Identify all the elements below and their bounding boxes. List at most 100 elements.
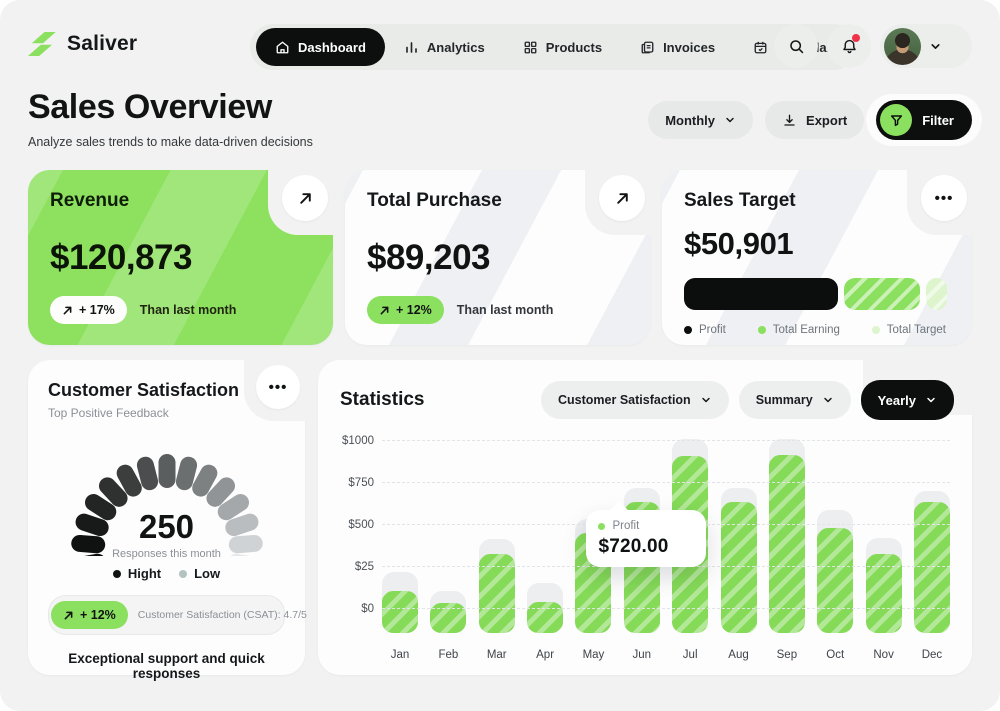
search-icon [788, 38, 805, 55]
revenue-delta: + 17% [79, 303, 115, 317]
purchase-delta: + 12% [396, 303, 432, 317]
purchase-value: $89,203 [367, 238, 628, 278]
y-tick-label: $0 [361, 603, 374, 615]
period-dropdown[interactable]: Monthly [648, 101, 753, 139]
bar-dec[interactable]: Dec [914, 430, 950, 633]
chevron-down-icon [700, 394, 712, 406]
target-value: $50,901 [684, 226, 950, 262]
calendar-icon [753, 40, 768, 55]
export-button[interactable]: Export [765, 101, 864, 139]
y-tick-label: $750 [348, 477, 374, 489]
gridline [382, 608, 950, 609]
search-button[interactable] [774, 24, 818, 68]
chevron-down-icon [822, 394, 834, 406]
bar-value [527, 602, 563, 633]
grid-icon [523, 40, 538, 55]
legend-label: Total Target [887, 324, 946, 336]
purchase-delta-badge: + 12% [367, 296, 444, 324]
target-progress-bar [684, 278, 950, 310]
tooltip-label: Profit [612, 520, 639, 532]
customer-satisfaction-card: Customer Satisfaction Top Positive Feedb… [28, 360, 305, 675]
summary-dropdown[interactable]: Summary [739, 381, 851, 419]
x-tick-label: Feb [438, 649, 458, 661]
statistics-header: Statistics Customer Satisfaction Summary… [340, 380, 954, 420]
nav-label: Invoices [663, 40, 715, 55]
metric-dropdown[interactable]: Customer Satisfaction [541, 381, 729, 419]
csat-delta: + 12% [80, 608, 116, 622]
cs-footer-text: Exceptional support and quick responses [48, 651, 285, 681]
range-dropdown[interactable]: Yearly [861, 380, 954, 420]
legend-low: Low [179, 566, 220, 581]
gauge-center: 250 Responses this month [61, 508, 273, 560]
legend-label: Total Earning [773, 324, 840, 336]
main-nav: Dashboard Analytics Products Invoices Ca… [250, 24, 857, 70]
funnel-icon [889, 113, 904, 128]
bar-jan[interactable]: Jan [382, 430, 418, 633]
revenue-card: Revenue $120,873 + 17% Than last month [28, 170, 333, 345]
arrow-up-right-icon [62, 305, 73, 316]
arrow-up-right-icon [379, 305, 390, 316]
sales-target-card: Sales Target $50,901 Profit Total Earnin… [662, 170, 972, 345]
legend-label: Hight [128, 566, 161, 581]
lightning-logo-icon [28, 28, 58, 60]
home-icon [275, 40, 290, 55]
chart-tooltip: Profit $720.00 [586, 510, 706, 567]
metric-label: Customer Satisfaction [558, 393, 691, 407]
bar-apr[interactable]: Apr [527, 430, 563, 633]
nav-label: Products [546, 40, 602, 55]
bar-sep[interactable]: Sep [769, 430, 805, 633]
bar-nov[interactable]: Nov [866, 430, 902, 633]
legend-dot [758, 326, 766, 334]
legend-dot [872, 326, 880, 334]
x-tick-label: Sep [777, 649, 797, 661]
nav-item-analytics[interactable]: Analytics [385, 28, 504, 66]
legend-profit: Profit [684, 324, 726, 336]
user-menu[interactable] [880, 24, 972, 68]
stat-cards-row: Revenue $120,873 + 17% Than last month T… [28, 170, 972, 345]
filter-label: Filter [922, 113, 954, 128]
legend-dot [179, 570, 187, 578]
revenue-open-button[interactable] [282, 175, 328, 221]
download-icon [782, 113, 797, 128]
bar-value [914, 502, 950, 633]
bar-feb[interactable]: Feb [430, 430, 466, 633]
user-avatar [884, 28, 921, 65]
x-tick-label: Jun [633, 649, 652, 661]
x-tick-label: Jan [391, 649, 410, 661]
arrow-up-right-icon [615, 191, 630, 206]
filter-button-wrap: Filter [876, 100, 972, 140]
nav-item-invoices[interactable]: Invoices [621, 28, 734, 66]
y-tick-label: $500 [348, 519, 374, 531]
y-tick-label: $25 [355, 561, 374, 573]
x-tick-label: Dec [922, 649, 942, 661]
bottom-row: Customer Satisfaction Top Positive Feedb… [28, 360, 972, 675]
period-label: Monthly [665, 113, 715, 128]
purchase-open-button[interactable] [599, 175, 645, 221]
nav-item-dashboard[interactable]: Dashboard [256, 28, 385, 66]
filter-button[interactable]: Filter [876, 100, 972, 140]
nav-label: Dashboard [298, 40, 366, 55]
brand-logo[interactable]: Saliver [28, 28, 137, 60]
header-actions: Monthly Export Filter [648, 100, 972, 140]
bar-value [817, 528, 853, 634]
invoice-icon [640, 40, 655, 55]
statistics-title: Statistics [340, 389, 424, 411]
csat-score-pill: + 12% Customer Satisfaction (CSAT): 4.7/… [48, 595, 285, 635]
cs-menu-button[interactable]: ••• [256, 365, 300, 409]
tooltip-series-dot [598, 523, 605, 530]
chart-y-axis: $0$25$500$750$1000 [330, 430, 374, 633]
revenue-note: Than last month [140, 303, 237, 317]
bar-mar[interactable]: Mar [479, 430, 515, 633]
target-menu-button[interactable]: ••• [921, 175, 967, 221]
bar-chart-icon [404, 40, 419, 55]
bar-aug[interactable]: Aug [721, 430, 757, 633]
responses-label: Responses this month [61, 548, 273, 560]
gridline [382, 482, 950, 483]
notifications-button[interactable] [827, 24, 871, 68]
dashboard-app: Saliver Dashboard Analytics Products Inv… [0, 0, 1000, 711]
x-tick-label: Oct [826, 649, 844, 661]
csat-score-text: Customer Satisfaction (CSAT): 4.7/5 [138, 609, 307, 621]
nav-item-products[interactable]: Products [504, 28, 621, 66]
export-label: Export [806, 113, 847, 128]
bar-oct[interactable]: Oct [817, 430, 853, 633]
